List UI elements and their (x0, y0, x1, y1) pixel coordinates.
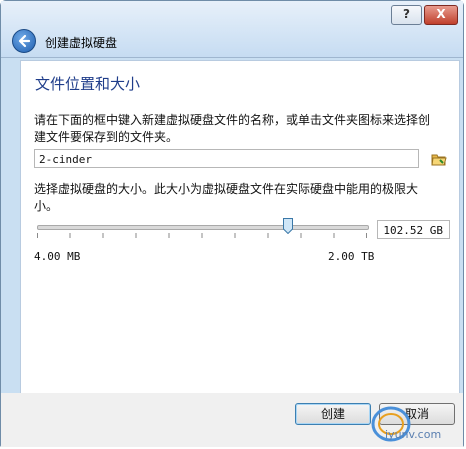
dialog-window: ? X 创建虚拟硬盘 文件位置和大小 请在下面的框中键入新建虚拟硬盘文件的名称，… (0, 0, 464, 447)
size-input[interactable]: 102.52 GB (377, 220, 450, 239)
title-bar: ? X 创建虚拟硬盘 (1, 1, 463, 58)
watermark-logo-icon (371, 406, 411, 442)
back-arrow-icon[interactable] (12, 29, 36, 53)
page-heading: 文件位置和大小 (35, 75, 141, 93)
slider-ticks (37, 233, 367, 238)
content-panel: 文件位置和大小 请在下面的框中键入新建虚拟硬盘文件的名称，或单击文件夹图标来选择… (20, 60, 460, 395)
window-title: 创建虚拟硬盘 (45, 36, 118, 50)
watermark-text: iyunv.com (385, 428, 442, 441)
location-description: 请在下面的框中键入新建虚拟硬盘文件的名称，或单击文件夹图标来选择创建文件要保存到… (34, 113, 431, 144)
size-description: 选择虚拟硬盘的大小。此大小为虚拟硬盘文件在实际硬盘中能用的极限大小。 (34, 182, 419, 213)
file-name-input[interactable]: 2-cinder (34, 149, 419, 168)
help-button[interactable]: ? (391, 5, 422, 25)
folder-icon[interactable] (431, 152, 447, 166)
min-size-label: 4.00 MB (34, 250, 81, 263)
create-button[interactable]: 创建 (295, 403, 371, 425)
size-slider-thumb[interactable] (282, 218, 293, 234)
max-size-label: 2.00 TB (328, 250, 375, 263)
close-button[interactable]: X (424, 5, 458, 25)
size-slider-track[interactable] (37, 225, 369, 230)
